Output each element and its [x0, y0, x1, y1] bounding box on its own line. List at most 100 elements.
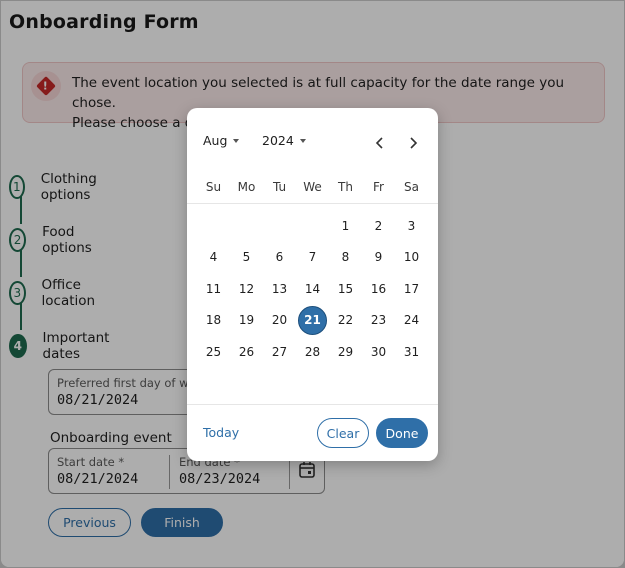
day-number: 21 — [298, 305, 327, 335]
calendar-day[interactable]: 14 — [296, 273, 329, 305]
calendar-day[interactable]: 1 — [329, 210, 362, 242]
day-number: 29 — [337, 344, 354, 359]
divider — [187, 203, 438, 204]
day-number: 5 — [242, 250, 251, 265]
calendar-day[interactable]: 19 — [230, 305, 263, 337]
day-number: 9 — [374, 250, 383, 265]
day-number: 30 — [370, 344, 387, 359]
calendar-day[interactable]: 12 — [230, 273, 263, 305]
calendar-day[interactable]: 6 — [263, 242, 296, 274]
calendar-week-row: 11 12 13 14 15 16 17 — [197, 273, 428, 305]
weekday-header: Su Mo Tu We Th Fr Sa — [197, 180, 428, 194]
today-button[interactable]: Today — [203, 425, 239, 440]
day-number: 11 — [205, 281, 222, 296]
calendar-day[interactable]: 24 — [395, 305, 428, 337]
calendar-day[interactable]: 25 — [197, 336, 230, 368]
previous-month-button[interactable] — [370, 133, 390, 153]
weekday-label: Fr — [373, 180, 384, 194]
calendar-day[interactable]: 18 — [197, 305, 230, 337]
weekday-label: We — [303, 180, 322, 194]
month-value: Aug — [203, 133, 228, 148]
day-number: 13 — [271, 281, 288, 296]
calendar-day[interactable]: 31 — [395, 336, 428, 368]
calendar-empty-cell — [296, 210, 329, 242]
caret-down-icon — [299, 138, 306, 143]
day-number: 1 — [341, 218, 350, 233]
next-month-button[interactable] — [403, 133, 423, 153]
day-number: 31 — [403, 344, 420, 359]
calendar-day[interactable]: 9 — [362, 242, 395, 274]
calendar-day[interactable]: 30 — [362, 336, 395, 368]
day-number — [265, 211, 294, 240]
weekday-label: Mo — [237, 180, 256, 194]
day-number: 2 — [374, 218, 383, 233]
day-number: 10 — [403, 250, 420, 265]
divider — [187, 404, 438, 405]
day-number: 15 — [337, 281, 354, 296]
day-number: 23 — [370, 313, 387, 328]
calendar-day[interactable]: 4 — [197, 242, 230, 274]
calendar-day[interactable]: 10 — [395, 242, 428, 274]
calendar-day[interactable]: 23 — [362, 305, 395, 337]
day-number: 6 — [275, 250, 284, 265]
day-number: 22 — [337, 313, 354, 328]
calendar-day[interactable]: 15 — [329, 273, 362, 305]
calendar-empty-cell — [230, 210, 263, 242]
month-select[interactable]: Aug — [203, 133, 240, 148]
calendar-day[interactable]: 20 — [263, 305, 296, 337]
clear-button[interactable]: Clear — [317, 418, 369, 448]
day-number: 24 — [403, 313, 420, 328]
day-number: 19 — [238, 313, 255, 328]
calendar-day[interactable]: 22 — [329, 305, 362, 337]
calendar-week-row: 25 26 27 28 29 30 31 — [197, 336, 428, 368]
calendar-week-row: 18 19 20 21 22 23 24 — [197, 305, 428, 337]
year-value: 2024 — [262, 133, 294, 148]
day-number: 12 — [238, 281, 255, 296]
day-number: 3 — [407, 218, 416, 233]
calendar-day[interactable]: 13 — [263, 273, 296, 305]
calendar-day[interactable]: 16 — [362, 273, 395, 305]
calendar-day[interactable]: 28 — [296, 336, 329, 368]
day-number: 17 — [403, 281, 420, 296]
day-number: 8 — [341, 250, 350, 265]
day-number: 16 — [370, 281, 387, 296]
calendar-day[interactable]: 3 — [395, 210, 428, 242]
day-number: 27 — [271, 344, 288, 359]
chevron-right-icon — [410, 137, 418, 149]
day-number — [232, 211, 261, 240]
calendar-day[interactable]: 26 — [230, 336, 263, 368]
date-picker-popup: Aug 2024 Su Mo Tu We Th Fr Sa 1234567891… — [187, 108, 438, 461]
day-number: 18 — [205, 313, 222, 328]
calendar-day[interactable]: 21 — [296, 305, 329, 337]
calendar-day[interactable]: 7 — [296, 242, 329, 274]
calendar-day[interactable]: 29 — [329, 336, 362, 368]
day-number: 7 — [308, 250, 317, 265]
day-number: 28 — [304, 344, 321, 359]
calendar-day[interactable]: 5 — [230, 242, 263, 274]
calendar-week-row: 4 5 6 7 8 9 10 — [197, 242, 428, 274]
day-number: 14 — [304, 281, 321, 296]
calendar-day[interactable]: 27 — [263, 336, 296, 368]
year-select[interactable]: 2024 — [262, 133, 306, 148]
day-number: 20 — [271, 313, 288, 328]
day-number: 4 — [209, 250, 218, 265]
calendar-day[interactable]: 17 — [395, 273, 428, 305]
calendar-day[interactable]: 11 — [197, 273, 230, 305]
calendar-day[interactable]: 2 — [362, 210, 395, 242]
weekday-label: Tu — [272, 180, 287, 194]
day-number — [298, 211, 327, 240]
day-number: 25 — [205, 344, 222, 359]
day-number — [199, 211, 228, 240]
calendar-week-row: 1 2 3 — [197, 210, 428, 242]
weekday-label: Th — [338, 180, 353, 194]
chevron-left-icon — [375, 137, 383, 149]
calendar-empty-cell — [263, 210, 296, 242]
caret-down-icon — [233, 138, 240, 143]
date-picker-header: Aug 2024 — [187, 133, 438, 153]
done-button[interactable]: Done — [376, 418, 428, 448]
calendar-day[interactable]: 8 — [329, 242, 362, 274]
calendar-empty-cell — [197, 210, 230, 242]
weekday-label: Su — [205, 180, 222, 194]
calendar-grid: 1 2 3 4 5 6 7 8 9 10 11 12 13 14 15 16 17 18 19 20 21 22 23 24 2… — [197, 210, 428, 368]
day-number: 26 — [238, 344, 255, 359]
